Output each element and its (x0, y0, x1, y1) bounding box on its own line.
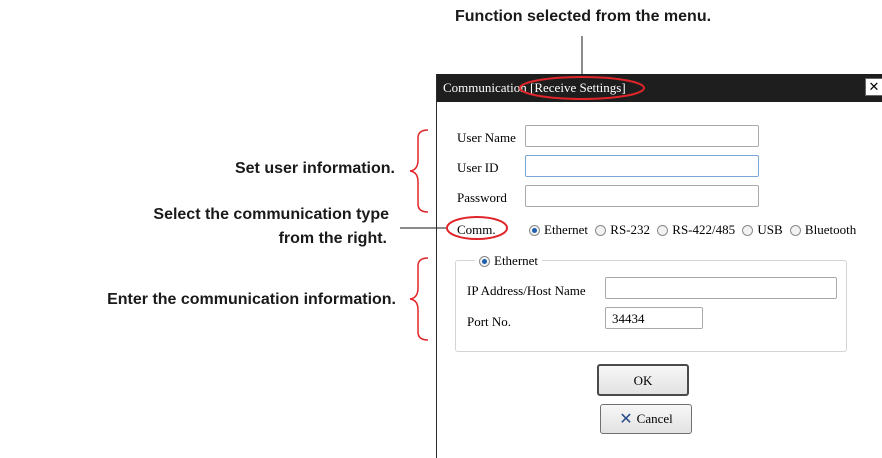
radio-rs232[interactable]: RS-232 (595, 222, 650, 238)
radio-usb[interactable]: USB (742, 222, 783, 238)
radio-dot-selected (479, 255, 490, 267)
ethernet-group-legend[interactable]: Ethernet (475, 253, 543, 269)
dialog-title: Communication [Receive Settings] (443, 80, 626, 95)
cancel-button[interactable]: ✕ Cancel (600, 404, 692, 434)
dialog-titlebar: Communication [Receive Settings] ✕ (437, 74, 882, 102)
group-legend-label: Ethernet (494, 253, 539, 268)
comm-label: Comm. (457, 222, 496, 237)
annotation-comm-type-line2: from the right. (278, 230, 387, 247)
x-icon: ✕ (619, 409, 633, 428)
user-name-input[interactable] (525, 125, 759, 147)
radio-label: Ethernet (544, 222, 589, 237)
user-name-label: User Name (457, 130, 516, 145)
radio-dot (742, 224, 754, 236)
radio-label: USB (757, 222, 783, 237)
ok-button[interactable]: OK (597, 364, 689, 396)
cancel-label: Cancel (636, 411, 673, 426)
annotation-comm-type-line1: Select the communication type (153, 206, 389, 223)
radio-label: Bluetooth (804, 222, 857, 237)
user-id-label: User ID (457, 160, 499, 175)
port-label: Port No. (467, 314, 512, 329)
radio-bluetooth[interactable]: Bluetooth (789, 222, 857, 238)
annotation-comm-info: Enter the communication information. (107, 291, 396, 308)
annotation-function-selected: Function selected from the menu. (455, 8, 712, 25)
radio-dot-selected (529, 224, 540, 236)
radio-ethernet[interactable]: Ethernet (529, 222, 588, 238)
close-icon[interactable]: ✕ (865, 78, 882, 96)
radio-label: RS-422/485 (672, 222, 736, 237)
radio-dot (789, 224, 801, 236)
radio-rs422-485[interactable]: RS-422/485 (657, 222, 735, 238)
bracket-comm-info (409, 257, 429, 341)
communication-dialog: Communication [Receive Settings] ✕ User … (436, 74, 882, 458)
password-input[interactable] (525, 185, 759, 207)
ip-address-label: IP Address/Host Name (467, 283, 586, 298)
ip-address-input[interactable] (605, 277, 837, 299)
radio-dot (595, 224, 607, 236)
radio-dot (657, 224, 669, 236)
password-label: Password (457, 190, 507, 205)
comm-type-radio-group: Ethernet RS-232 RS-422/485 USB Bluetooth (529, 222, 860, 240)
radio-label: RS-232 (610, 222, 651, 237)
ethernet-groupbox (455, 260, 847, 352)
user-id-input[interactable] (525, 155, 759, 177)
port-input[interactable]: 34434 (605, 307, 703, 329)
annotation-user-info: Set user information. (234, 160, 395, 177)
bracket-user-info (409, 129, 429, 213)
